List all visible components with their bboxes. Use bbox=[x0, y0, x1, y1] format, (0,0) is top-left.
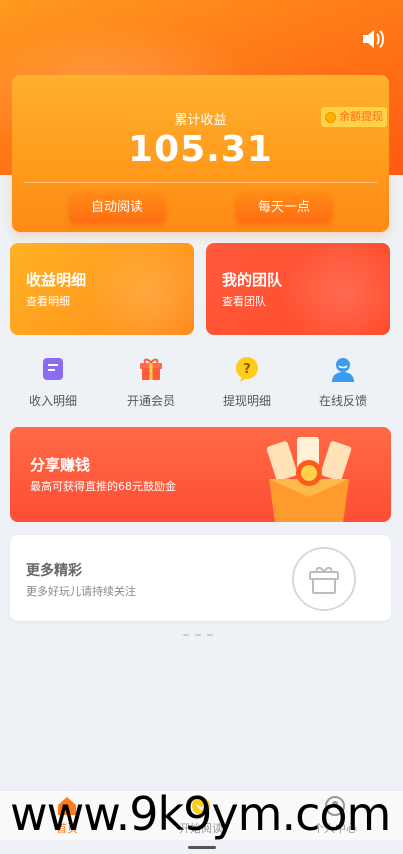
withdraw-button[interactable]: 余额提现 bbox=[321, 107, 387, 127]
home-indicator bbox=[188, 846, 216, 849]
earnings-detail-tile[interactable]: 收益明细 查看明细 bbox=[10, 243, 194, 335]
quick-link-withdraw[interactable]: ? 提现明细 bbox=[199, 352, 295, 409]
earnings-card: 累计收益 105.31 余额提现 自动阅读 每天一点 bbox=[12, 75, 389, 232]
withdraw-label: 余额提现 bbox=[339, 110, 383, 123]
quick-link-label: 在线反馈 bbox=[318, 394, 367, 408]
gift-icon bbox=[292, 547, 356, 611]
svg-text:?: ? bbox=[243, 362, 251, 377]
more-title: 更多精彩 bbox=[26, 563, 82, 579]
more-card[interactable]: 更多精彩 更多好玩儿请持续关注 bbox=[10, 535, 391, 621]
tile-title: 收益明细 bbox=[26, 271, 87, 289]
share-title: 分享赚钱 bbox=[30, 456, 91, 474]
watermark-text: www.9k9ym.com bbox=[10, 787, 391, 841]
share-banner[interactable]: 分享赚钱 最高可获得直推的68元鼓励金 bbox=[10, 427, 391, 522]
tile-title: 我的团队 bbox=[222, 271, 283, 289]
question-icon: ? bbox=[233, 355, 261, 383]
speaker-icon[interactable] bbox=[361, 28, 385, 50]
quick-link-income[interactable]: 收入明细 bbox=[5, 352, 101, 409]
user-support-icon bbox=[329, 355, 357, 383]
document-icon bbox=[39, 355, 67, 383]
quick-link-label: 开通会员 bbox=[126, 394, 175, 408]
quick-link-feedback[interactable]: 在线反馈 bbox=[295, 352, 391, 409]
tile-subtitle: 查看明细 bbox=[26, 295, 70, 308]
coin-icon bbox=[325, 111, 336, 123]
quick-links: 收入明细 开通会员 ? 提现明细 在线反馈 bbox=[0, 352, 403, 412]
more-subtitle: 更多好玩儿请持续关注 bbox=[26, 585, 136, 598]
red-envelope-icon bbox=[249, 433, 369, 522]
my-team-tile[interactable]: 我的团队 查看团队 bbox=[206, 243, 390, 335]
auto-read-button[interactable]: 自动阅读 bbox=[69, 193, 165, 223]
quick-link-vip[interactable]: 开通会员 bbox=[103, 352, 199, 409]
daily-tap-button[interactable]: 每天一点 bbox=[236, 193, 332, 223]
quick-link-label: 提现明细 bbox=[222, 394, 271, 408]
page-dots bbox=[183, 634, 219, 638]
gift-box-icon bbox=[137, 355, 165, 383]
earnings-amount: 105.31 bbox=[128, 129, 273, 170]
quick-link-label: 收入明细 bbox=[28, 394, 77, 408]
tile-subtitle: 查看团队 bbox=[222, 295, 266, 308]
app-screen: 累计收益 105.31 余额提现 自动阅读 每天一点 收益明细 查看明细 我的团… bbox=[0, 0, 403, 854]
share-subtitle: 最高可获得直推的68元鼓励金 bbox=[30, 480, 176, 493]
card-divider bbox=[24, 182, 377, 183]
